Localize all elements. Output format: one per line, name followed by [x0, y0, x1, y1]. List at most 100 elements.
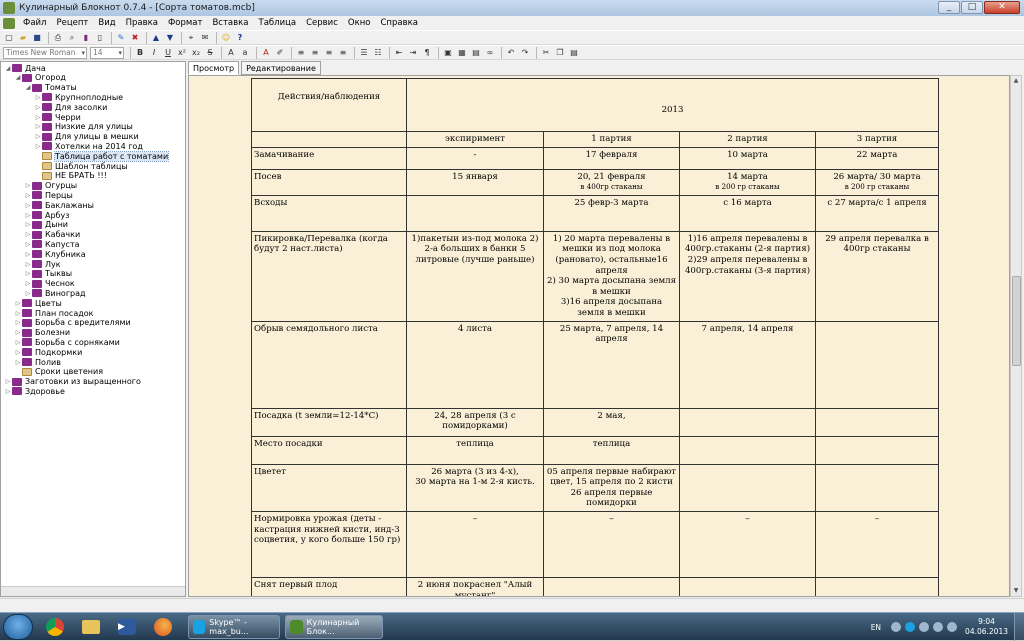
- expand-icon[interactable]: ▷: [24, 251, 32, 258]
- media-player-icon[interactable]: ▶: [110, 615, 144, 639]
- new-document-icon[interactable]: ▢: [3, 32, 15, 44]
- open-folder-icon[interactable]: ▰: [17, 32, 29, 44]
- text-color-icon[interactable]: A: [260, 47, 272, 59]
- tree-node[interactable]: ▷ Виноград: [24, 288, 86, 298]
- tree-node[interactable]: ▷ Полив: [14, 357, 61, 367]
- tree-node[interactable]: ▷ Лук: [24, 259, 61, 269]
- collapse-icon[interactable]: ◢: [14, 74, 22, 81]
- scroll-thumb[interactable]: [1012, 276, 1021, 366]
- find-icon[interactable]: ⌖: [185, 32, 197, 44]
- smiley-icon[interactable]: ☺: [220, 32, 232, 44]
- edit-icon[interactable]: ✎: [115, 32, 127, 44]
- clock[interactable]: 9:04 04.06.2013: [965, 617, 1008, 637]
- skype-tray-icon[interactable]: [905, 622, 916, 632]
- taskbar-window-skype[interactable]: Skype™ - max_bu...: [188, 615, 280, 639]
- start-button[interactable]: [3, 614, 33, 640]
- arrow-up-icon[interactable]: ▲: [150, 32, 162, 44]
- highlight-icon[interactable]: ✐: [274, 47, 286, 59]
- expand-icon[interactable]: ▷: [24, 261, 32, 268]
- redo-icon[interactable]: ↷: [519, 47, 531, 59]
- chrome-icon[interactable]: [38, 615, 72, 639]
- tree-node[interactable]: ▷ Клубника: [24, 249, 86, 259]
- table-properties-icon[interactable]: ▤: [470, 47, 482, 59]
- print-icon[interactable]: ⎙: [52, 32, 64, 44]
- outdent-icon[interactable]: ⇤: [393, 47, 405, 59]
- tree-node[interactable]: ▷ Цветы: [14, 298, 62, 308]
- subscript-icon[interactable]: x₂: [190, 47, 202, 59]
- tree-node[interactable]: ▷ Тыквы: [24, 269, 72, 279]
- tree-node[interactable]: ▷ Баклажаны: [24, 200, 94, 210]
- expand-icon[interactable]: ▷: [34, 104, 42, 111]
- expand-icon[interactable]: ▷: [34, 94, 42, 101]
- help-icon[interactable]: ?: [234, 32, 246, 44]
- expand-icon[interactable]: ▷: [34, 143, 42, 150]
- tree-node[interactable]: ◢ Томаты: [24, 83, 77, 93]
- tree-node[interactable]: ▷ План посадок: [14, 308, 94, 318]
- expand-icon[interactable]: ▷: [24, 290, 32, 297]
- cut-icon[interactable]: ✂: [540, 47, 552, 59]
- taskbar-window-notebook[interactable]: Кулинарный Блок...: [285, 615, 383, 639]
- bullet-list-icon[interactable]: ☰: [358, 47, 370, 59]
- expand-icon[interactable]: ▷: [24, 202, 32, 209]
- language-indicator[interactable]: EN: [871, 623, 881, 632]
- volume-icon[interactable]: [933, 622, 944, 632]
- menu-format[interactable]: Формат: [163, 16, 208, 30]
- tree-node[interactable]: ▷ Огурцы: [24, 181, 77, 191]
- expand-icon[interactable]: ▷: [14, 359, 22, 366]
- power-icon[interactable]: [947, 622, 958, 632]
- paste-icon[interactable]: ▤: [568, 47, 580, 59]
- link-icon[interactable]: ∞: [484, 47, 496, 59]
- tree-node[interactable]: ▷ Перцы: [24, 190, 73, 200]
- expand-icon[interactable]: ▷: [24, 182, 32, 189]
- minimize-button[interactable]: _: [938, 1, 960, 14]
- collapse-icon[interactable]: ◢: [4, 65, 12, 72]
- expand-icon[interactable]: ▷: [24, 280, 32, 287]
- explorer-folder-icon[interactable]: [74, 615, 108, 639]
- tree-node[interactable]: ▷ Чеснок: [24, 279, 75, 289]
- tab-view[interactable]: Просмотр: [188, 61, 240, 75]
- document-icon[interactable]: [3, 17, 15, 29]
- tree-node[interactable]: ▷ Кабачки: [24, 230, 81, 240]
- menu-help[interactable]: Справка: [375, 16, 422, 30]
- expand-icon[interactable]: ▷: [34, 123, 42, 130]
- expand-icon[interactable]: ▷: [14, 319, 22, 326]
- expand-icon[interactable]: ▷: [24, 270, 32, 277]
- expand-icon[interactable]: ▷: [24, 192, 32, 199]
- tree-node[interactable]: Сроки цветения: [14, 367, 103, 377]
- print-preview-icon[interactable]: ⌕: [66, 32, 78, 44]
- underline-icon[interactable]: U: [162, 47, 174, 59]
- show-desktop-button[interactable]: [1014, 613, 1024, 641]
- firefox-icon[interactable]: [146, 615, 180, 639]
- menu-insert[interactable]: Вставка: [207, 16, 253, 30]
- font-size-select[interactable]: 14: [90, 46, 124, 59]
- align-right-icon[interactable]: ≡: [323, 47, 335, 59]
- numbered-list-icon[interactable]: ☷: [372, 47, 384, 59]
- mail-icon[interactable]: ✉: [199, 32, 211, 44]
- font-family-select[interactable]: Times New Roman: [3, 46, 87, 59]
- menu-view[interactable]: Вид: [93, 16, 120, 30]
- expand-icon[interactable]: ▷: [14, 339, 22, 346]
- tree-node[interactable]: ▷ Для улицы в мешки: [34, 132, 139, 142]
- tree-node[interactable]: Таблица работ с томатами: [34, 150, 170, 162]
- expand-icon[interactable]: ▷: [4, 388, 12, 395]
- tree-node[interactable]: ▷ Капуста: [24, 239, 80, 249]
- tree-node[interactable]: ▷ Борьба с сорняками: [14, 337, 120, 347]
- align-left-icon[interactable]: ≡: [295, 47, 307, 59]
- tree-node[interactable]: ▷ Здоровье: [4, 386, 65, 396]
- insert-image-icon[interactable]: ▣: [442, 47, 454, 59]
- superscript-icon[interactable]: x²: [176, 47, 188, 59]
- scroll-down-icon[interactable]: ▼: [1011, 586, 1021, 596]
- scroll-up-icon[interactable]: ▲: [1011, 76, 1021, 86]
- expand-icon[interactable]: ▷: [24, 221, 32, 228]
- network-icon[interactable]: [891, 622, 902, 632]
- italic-icon[interactable]: I: [148, 47, 160, 59]
- expand-icon[interactable]: ▷: [24, 212, 32, 219]
- tree-node[interactable]: ▷ Крупноплодные: [34, 92, 123, 102]
- expand-icon[interactable]: ▷: [4, 378, 12, 385]
- arrow-down-icon[interactable]: ▼: [164, 32, 176, 44]
- tree-node[interactable]: ▷ Арбуз: [24, 210, 70, 220]
- page-icon[interactable]: ▯: [94, 32, 106, 44]
- close-button[interactable]: ✕: [984, 1, 1020, 14]
- tree-node[interactable]: ▷ Заготовки из выращенного: [4, 377, 141, 387]
- copy-icon[interactable]: ❐: [554, 47, 566, 59]
